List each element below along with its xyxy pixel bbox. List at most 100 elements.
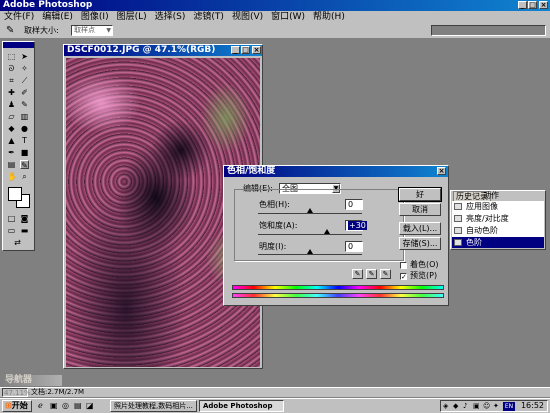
status-bar: 47.11% 文档:2.7M/2.7M: [0, 387, 550, 397]
lightness-field[interactable]: 0: [345, 241, 363, 252]
tray-antivirus-icon[interactable]: ◆: [453, 402, 458, 410]
menu-image[interactable]: 图像(I): [77, 11, 113, 23]
preview-checkbox[interactable]: ✓: [400, 273, 407, 281]
screen-mode-full-icon[interactable]: ▬: [20, 226, 29, 235]
lasso-tool-icon[interactable]: ᘐ: [7, 64, 16, 73]
saturation-slider-handle[interactable]: [324, 229, 330, 234]
tray-update-icon[interactable]: ✦: [493, 402, 499, 410]
menu-view[interactable]: 视图(V): [228, 11, 267, 23]
quicklaunch-desktop-icon[interactable]: ▣: [50, 401, 58, 410]
menu-window[interactable]: 窗口(W): [267, 11, 309, 23]
marquee-tool-icon[interactable]: ⬚: [7, 52, 16, 61]
taskbar: ⊞开始 ℯ ▣ ◎ ▤ ◪ 照片处理教程,数码相片... Adobe Photo…: [0, 398, 550, 413]
doc-close-button[interactable]: ×: [252, 46, 261, 54]
quicklaunch-folder-icon[interactable]: ▤: [74, 401, 82, 410]
start-button[interactable]: ⊞开始: [2, 400, 32, 412]
menu-help[interactable]: 帮助(H): [309, 11, 349, 23]
tray-display-icon[interactable]: ▣: [473, 402, 480, 410]
task-button-browser[interactable]: 照片处理教程,数码相片...: [110, 400, 197, 412]
eyedropper-icon[interactable]: ✎: [352, 269, 363, 279]
hue-field[interactable]: 0: [345, 199, 363, 210]
healing-brush-tool-icon[interactable]: ✚: [7, 88, 16, 97]
gradient-tool-icon[interactable]: ▥: [20, 112, 29, 121]
document-title: DSCF0012.JPG @ 47.1%(RGB): [67, 45, 216, 55]
lightness-slider-track[interactable]: [258, 254, 362, 255]
history-brush-tool-icon[interactable]: ✎: [20, 100, 29, 109]
history-palette: 历史记录 动作 应用图像 亮度/对比度 自动色阶 色阶: [450, 190, 546, 250]
close-button[interactable]: ×: [539, 1, 548, 9]
eraser-tool-icon[interactable]: ▱: [7, 112, 16, 121]
screen-mode-standard-icon[interactable]: ▭: [7, 226, 16, 235]
standard-mode-icon[interactable]: □: [7, 214, 16, 223]
history-item[interactable]: 自动色阶: [452, 225, 544, 236]
sample-size-select[interactable]: 取样点 ▼: [71, 25, 113, 36]
palette-well[interactable]: [431, 25, 546, 36]
tray-network-icon[interactable]: ◈: [443, 402, 448, 410]
move-tool-icon[interactable]: ➤: [20, 52, 29, 61]
ok-button[interactable]: 好: [398, 187, 442, 202]
menu-layer[interactable]: 图层(L): [113, 11, 151, 23]
type-tool-icon[interactable]: T: [20, 136, 29, 145]
blur-tool-icon[interactable]: ◆: [7, 124, 16, 133]
load-button[interactable]: 载入(L)...: [399, 222, 441, 235]
colorize-checkbox[interactable]: [400, 262, 407, 269]
history-item-selected[interactable]: 色阶: [452, 237, 544, 248]
history-tabs: 历史记录 动作: [451, 191, 545, 202]
shape-tool-icon[interactable]: ■: [20, 148, 29, 157]
minimize-button[interactable]: _: [518, 1, 527, 9]
tray-language-badge[interactable]: EN: [503, 402, 515, 411]
pen-tool-icon[interactable]: ✒: [7, 148, 16, 157]
system-tray: ◈ ◆ ♪ ▣ ☺ ✦ EN 16:52: [440, 400, 548, 412]
history-item[interactable]: 应用图像: [452, 201, 544, 212]
quick-mask-mode-icon[interactable]: ◙: [20, 214, 29, 223]
hue-slider-handle[interactable]: [307, 208, 313, 213]
doc-maximize-button[interactable]: □: [241, 46, 250, 54]
tray-messenger-icon[interactable]: ☺: [483, 402, 490, 410]
jump-to-imageready-icon[interactable]: ⇄: [13, 238, 22, 247]
menu-edit[interactable]: 编辑(E): [38, 11, 77, 23]
save-button[interactable]: 存储(S)...: [399, 237, 441, 250]
task-button-photoshop[interactable]: Adobe Photoshop: [199, 400, 284, 412]
zoom-tool-icon[interactable]: ⌕: [20, 172, 29, 181]
saturation-label: 饱和度(A):: [259, 221, 298, 230]
slice-tool-icon[interactable]: ⟋: [20, 76, 29, 85]
eyedropper-icon[interactable]: ✎: [6, 25, 18, 36]
eyedropper-minus-icon[interactable]: ✎: [380, 269, 391, 279]
quicklaunch-media-icon[interactable]: ◎: [62, 401, 69, 410]
dodge-tool-icon[interactable]: ●: [20, 124, 29, 133]
hue-saturation-dialog: 色相/饱和度 × 编辑(E): 全图 ▼ 色相(H): 0 饱和度(A): +3…: [223, 165, 449, 306]
menu-select[interactable]: 选择(S): [151, 11, 190, 23]
zoom-readout[interactable]: 47.11%: [2, 388, 31, 397]
clone-stamp-tool-icon[interactable]: ♟: [7, 100, 16, 109]
path-selection-tool-icon[interactable]: ▲: [7, 136, 16, 145]
document-titlebar: DSCF0012.JPG @ 47.1%(RGB) _ □ ×: [64, 45, 262, 56]
lightness-slider-handle[interactable]: [307, 249, 313, 254]
doc-minimize-button[interactable]: _: [231, 46, 240, 54]
brush-tool-icon[interactable]: ✐: [20, 88, 29, 97]
dialog-close-button[interactable]: ×: [437, 167, 446, 175]
notes-tool-icon[interactable]: ▤: [7, 160, 16, 169]
quicklaunch-ie-icon[interactable]: ℯ: [38, 401, 43, 410]
hand-tool-icon[interactable]: ✋: [7, 172, 17, 181]
history-item[interactable]: 亮度/对比度: [452, 213, 544, 224]
cancel-button[interactable]: 取消: [399, 203, 441, 216]
hue-slider-track[interactable]: [258, 213, 362, 214]
tab-actions[interactable]: 动作: [481, 191, 501, 201]
foreground-color-swatch-top[interactable]: [8, 187, 22, 201]
quicklaunch-explorer-icon[interactable]: ◪: [86, 401, 94, 410]
maximize-button[interactable]: □: [528, 1, 537, 9]
eyedropper-plus-icon[interactable]: ✎: [366, 269, 377, 279]
taskbar-clock[interactable]: 16:52: [521, 401, 544, 411]
history-step-icon: [454, 203, 462, 210]
crop-tool-icon[interactable]: ⌗: [7, 76, 16, 85]
output-spectrum-bar: [232, 293, 444, 298]
navigator-minimized[interactable]: 导航器: [2, 375, 62, 386]
colorize-label: 着色(O): [410, 260, 439, 269]
saturation-field[interactable]: +30: [345, 220, 367, 231]
menu-filter[interactable]: 滤镜(T): [189, 11, 228, 23]
tray-volume-icon[interactable]: ♪: [463, 402, 467, 410]
eyedropper-tool-icon[interactable]: ✎: [20, 160, 29, 170]
menu-file[interactable]: 文件(F): [0, 11, 38, 23]
magic-wand-tool-icon[interactable]: ✧: [20, 64, 29, 73]
saturation-slider-track[interactable]: [258, 234, 362, 235]
